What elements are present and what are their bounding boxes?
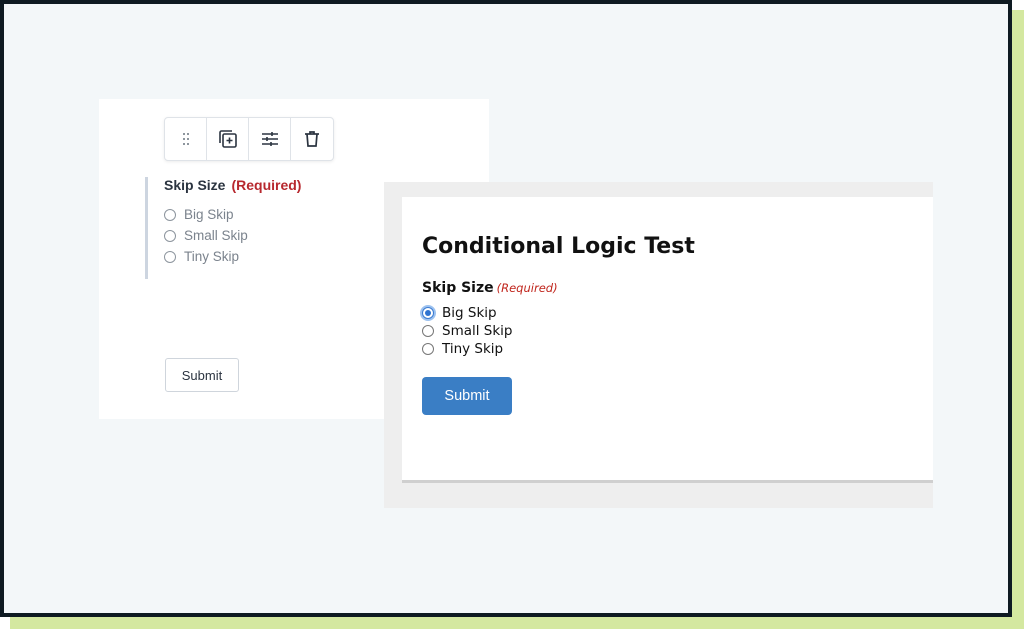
field-radio-group[interactable]: Skip Size (Required) Big Skip Small Skip … xyxy=(145,177,388,279)
form-title: Conditional Logic Test xyxy=(422,234,695,259)
delete-button[interactable] xyxy=(291,118,333,160)
radio-option-label: Tiny Skip xyxy=(442,341,504,357)
required-indicator: (Required) xyxy=(496,281,558,295)
radio-button[interactable] xyxy=(164,208,176,221)
field-label: Skip Size (Required) xyxy=(164,177,301,193)
drag-handle-button[interactable] xyxy=(165,118,207,160)
radio-button[interactable] xyxy=(422,325,434,337)
radio-button[interactable] xyxy=(164,250,176,263)
duplicate-button[interactable] xyxy=(207,118,249,160)
radio-option[interactable]: Big Skip xyxy=(422,305,497,321)
drag-handle-icon xyxy=(182,133,189,145)
radio-button[interactable] xyxy=(164,229,176,242)
radio-button-checked[interactable] xyxy=(422,307,434,319)
radio-option-label: Tiny Skip xyxy=(184,249,240,264)
form-preview-panel: Conditional Logic Test Skip Size (Require… xyxy=(384,182,933,508)
radio-option[interactable]: Tiny Skip xyxy=(164,249,239,264)
field-label: Skip Size (Required) xyxy=(422,280,558,296)
required-indicator: (Required) xyxy=(231,177,302,193)
screenshot-frame: Skip Size (Required) Big Skip Small Skip … xyxy=(0,0,1012,617)
radio-option[interactable]: Small Skip xyxy=(164,228,248,243)
field-label-text: Skip Size xyxy=(422,280,494,296)
field-label-text: Skip Size xyxy=(164,177,226,193)
field-toolbar xyxy=(164,117,334,161)
radio-option[interactable]: Tiny Skip xyxy=(422,341,503,357)
duplicate-icon xyxy=(218,130,237,148)
trash-icon xyxy=(305,131,319,147)
editor-submit-button[interactable]: Submit xyxy=(165,358,239,392)
radio-option-label: Small Skip xyxy=(442,323,513,339)
submit-button[interactable]: Submit xyxy=(422,377,512,415)
radio-option-label: Big Skip xyxy=(184,207,234,222)
form-preview: Conditional Logic Test Skip Size (Require… xyxy=(402,197,933,483)
radio-option-label: Small Skip xyxy=(184,228,248,243)
radio-option-label: Big Skip xyxy=(442,305,497,321)
radio-option[interactable]: Small Skip xyxy=(422,323,513,339)
radio-button[interactable] xyxy=(422,343,434,355)
settings-sliders-icon xyxy=(261,132,278,146)
radio-option[interactable]: Big Skip xyxy=(164,207,234,222)
field-settings-button[interactable] xyxy=(249,118,291,160)
